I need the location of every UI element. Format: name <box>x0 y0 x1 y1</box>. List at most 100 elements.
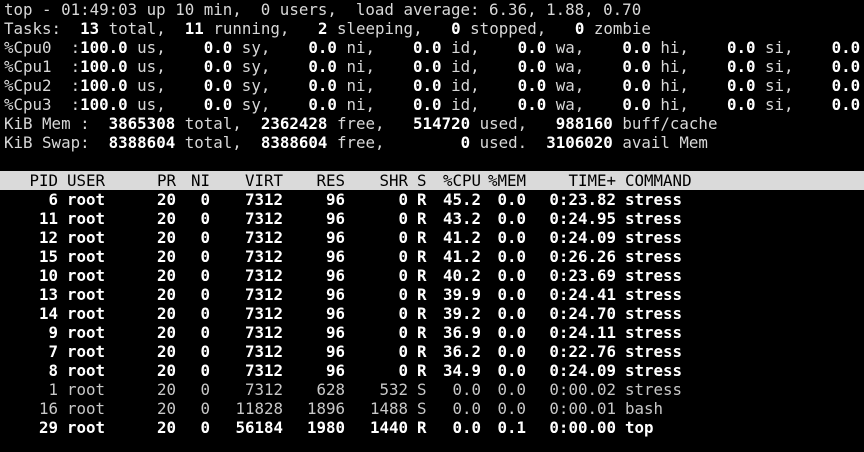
column-header-pid: PID <box>29 171 58 190</box>
cell-pr: 20 <box>156 228 176 247</box>
cell-mem: 0.0 <box>497 228 526 247</box>
process-row[interactable]: 29 root 20 0 56184 1980 1440 R 0.0 0.1 0:00.00 top <box>0 418 864 437</box>
cpu-id-value: 0.0 <box>394 38 442 57</box>
cpu-ni-value: 0.0 <box>289 57 337 76</box>
cell-time: 0:24.11 <box>549 323 616 342</box>
process-row[interactable]: 9 root 20 0 7312 96 0 R 36.9 0.0 0:24.11 stress <box>0 323 864 342</box>
cell-time: 0:24.09 <box>549 361 616 380</box>
cell-shr: 0 <box>398 304 408 323</box>
cell-mem: 0.0 <box>497 361 526 380</box>
process-row[interactable]: 16 root 20 0 11828 1896 1488 S 0.0 0.0 0:00.01 bash <box>0 399 864 418</box>
cell-res: 628 <box>316 380 345 399</box>
cell-shr: 0 <box>398 342 408 361</box>
cell-time: 0:24.95 <box>549 209 616 228</box>
cell-pid: 15 <box>38 247 58 266</box>
cell-cmd: stress <box>625 266 683 285</box>
cell-user: root <box>67 418 106 437</box>
process-row[interactable]: 11 root 20 0 7312 96 0 R 43.2 0.0 0:24.95 stress <box>0 209 864 228</box>
cell-pr: 20 <box>156 304 176 323</box>
cell-time: 0:00.02 <box>549 380 616 399</box>
cpu-sy-value: 0.0 <box>184 76 233 95</box>
cell-pr: 20 <box>156 209 176 228</box>
cell-cmd: stress <box>625 285 683 304</box>
cpu-id-label: id, <box>441 76 480 95</box>
cell-pid: 9 <box>48 323 58 342</box>
cell-mem: 0.0 <box>497 266 526 285</box>
cpu-si-value: 0.0 <box>707 76 756 95</box>
process-row[interactable]: 15 root 20 0 7312 96 0 R 41.2 0.0 0:26.26 stress <box>0 247 864 266</box>
cpu-line-0: %Cpu0 :100.0 us, 0.0 sy, 0.0 ni, 0.0 id,… <box>4 38 864 57</box>
cell-res: 1980 <box>306 418 345 437</box>
process-row[interactable]: 14 root 20 0 7312 96 0 R 39.2 0.0 0:24.70 stress <box>0 304 864 323</box>
process-row[interactable]: 10 root 20 0 7312 96 0 R 40.2 0.0 0:23.69 stress <box>0 266 864 285</box>
cell-cpu: 36.2 <box>442 342 481 361</box>
cpu-hi-value: 0.0 <box>603 95 651 114</box>
uptime-line: top - 01:49:03 up 10 min, 0 users, load … <box>4 0 642 19</box>
cell-s: R <box>417 361 427 380</box>
mem-used: 514720 <box>413 114 471 133</box>
cell-time: 0:22.76 <box>549 342 616 361</box>
process-row[interactable]: 6 root 20 0 7312 96 0 R 45.2 0.0 0:23.82 stress <box>0 190 864 209</box>
cpu-wa-label: wa, <box>546 38 585 57</box>
cell-cmd: top <box>625 418 654 437</box>
cpu-ni-value: 0.0 <box>289 38 337 57</box>
process-row[interactable]: 13 root 20 0 7312 96 0 R 39.9 0.0 0:24.41 stress <box>0 285 864 304</box>
process-row[interactable]: 8 root 20 0 7312 96 0 R 34.9 0.0 0:24.09 stress <box>0 361 864 380</box>
cell-cpu: 39.9 <box>442 285 481 304</box>
cpu-us-value: 100.0 <box>80 76 128 95</box>
cell-cpu: 40.2 <box>442 266 481 285</box>
cell-virt: 56184 <box>235 418 283 437</box>
cpu-si-label: si, <box>755 57 794 76</box>
cell-ni: 0 <box>200 361 210 380</box>
cell-cmd: bash <box>625 399 664 418</box>
cpu-id-value: 0.0 <box>394 95 442 114</box>
cpu-sy-value: 0.0 <box>184 57 233 76</box>
cpu-hi-value: 0.0 <box>603 38 651 57</box>
cell-shr: 1440 <box>369 418 408 437</box>
cell-virt: 7312 <box>244 323 283 342</box>
cpu-wa-label: wa, <box>546 76 585 95</box>
cpu-label: %Cpu3 : <box>4 95 81 114</box>
cell-s: R <box>417 342 427 361</box>
cpu-line-3: %Cpu3 :100.0 us, 0.0 sy, 0.0 ni, 0.0 id,… <box>4 95 864 114</box>
tasks-label: Tasks: <box>4 19 62 38</box>
cpu-wa-label: wa, <box>546 95 585 114</box>
process-row[interactable]: 1 root 20 0 7312 628 532 S 0.0 0.0 0:00.02 stress <box>0 380 864 399</box>
mem-total: 3865308 <box>108 114 176 133</box>
cpu-si-label: si, <box>755 38 794 57</box>
cell-pid: 7 <box>48 342 58 361</box>
cell-ni: 0 <box>200 209 210 228</box>
cell-s: R <box>417 209 427 228</box>
swap-avail-label: avail Mem <box>622 133 708 152</box>
cpu-hi-label: hi, <box>650 57 689 76</box>
cell-cpu: 41.2 <box>442 228 481 247</box>
cell-shr: 0 <box>398 209 408 228</box>
column-header-pr: PR <box>156 171 176 190</box>
cell-time: 0:23.82 <box>549 190 616 209</box>
cpu-line-1: %Cpu1 :100.0 us, 0.0 sy, 0.0 ni, 0.0 id,… <box>4 57 864 76</box>
process-table-header: PID USER PR NI VIRT RES SHR S %CPU %MEM TIME+ COMMA… <box>0 171 864 190</box>
cell-pr: 20 <box>156 247 176 266</box>
cell-s: R <box>417 323 427 342</box>
cpu-us-value: 100.0 <box>80 95 128 114</box>
cpu-ni-value: 0.0 <box>289 95 337 114</box>
cell-res: 96 <box>325 342 345 361</box>
cell-res: 96 <box>325 304 345 323</box>
mem-line: KiB Mem : 3865308 total, 2362428 free, 5… <box>4 114 717 133</box>
cell-s: R <box>417 418 427 437</box>
column-header-time: TIME+ <box>568 171 616 190</box>
tasks-total-label: total, <box>108 19 166 38</box>
cell-res: 96 <box>325 285 345 304</box>
cell-time: 0:24.70 <box>549 304 616 323</box>
process-row[interactable]: 12 root 20 0 7312 96 0 R 41.2 0.0 0:24.09 stress <box>0 228 864 247</box>
cpu-ni-label: ni, <box>336 38 375 57</box>
column-header-user: USER <box>67 171 106 190</box>
cell-cpu: 45.2 <box>442 190 481 209</box>
cell-res: 96 <box>325 209 345 228</box>
cell-pr: 20 <box>156 285 176 304</box>
process-row[interactable]: 7 root 20 0 7312 96 0 R 36.2 0.0 0:22.76 stress <box>0 342 864 361</box>
swap-label: KiB Swap: <box>4 133 90 152</box>
cell-shr: 1488 <box>369 399 408 418</box>
cell-ni: 0 <box>200 247 210 266</box>
cpu-si-label: si, <box>755 76 794 95</box>
